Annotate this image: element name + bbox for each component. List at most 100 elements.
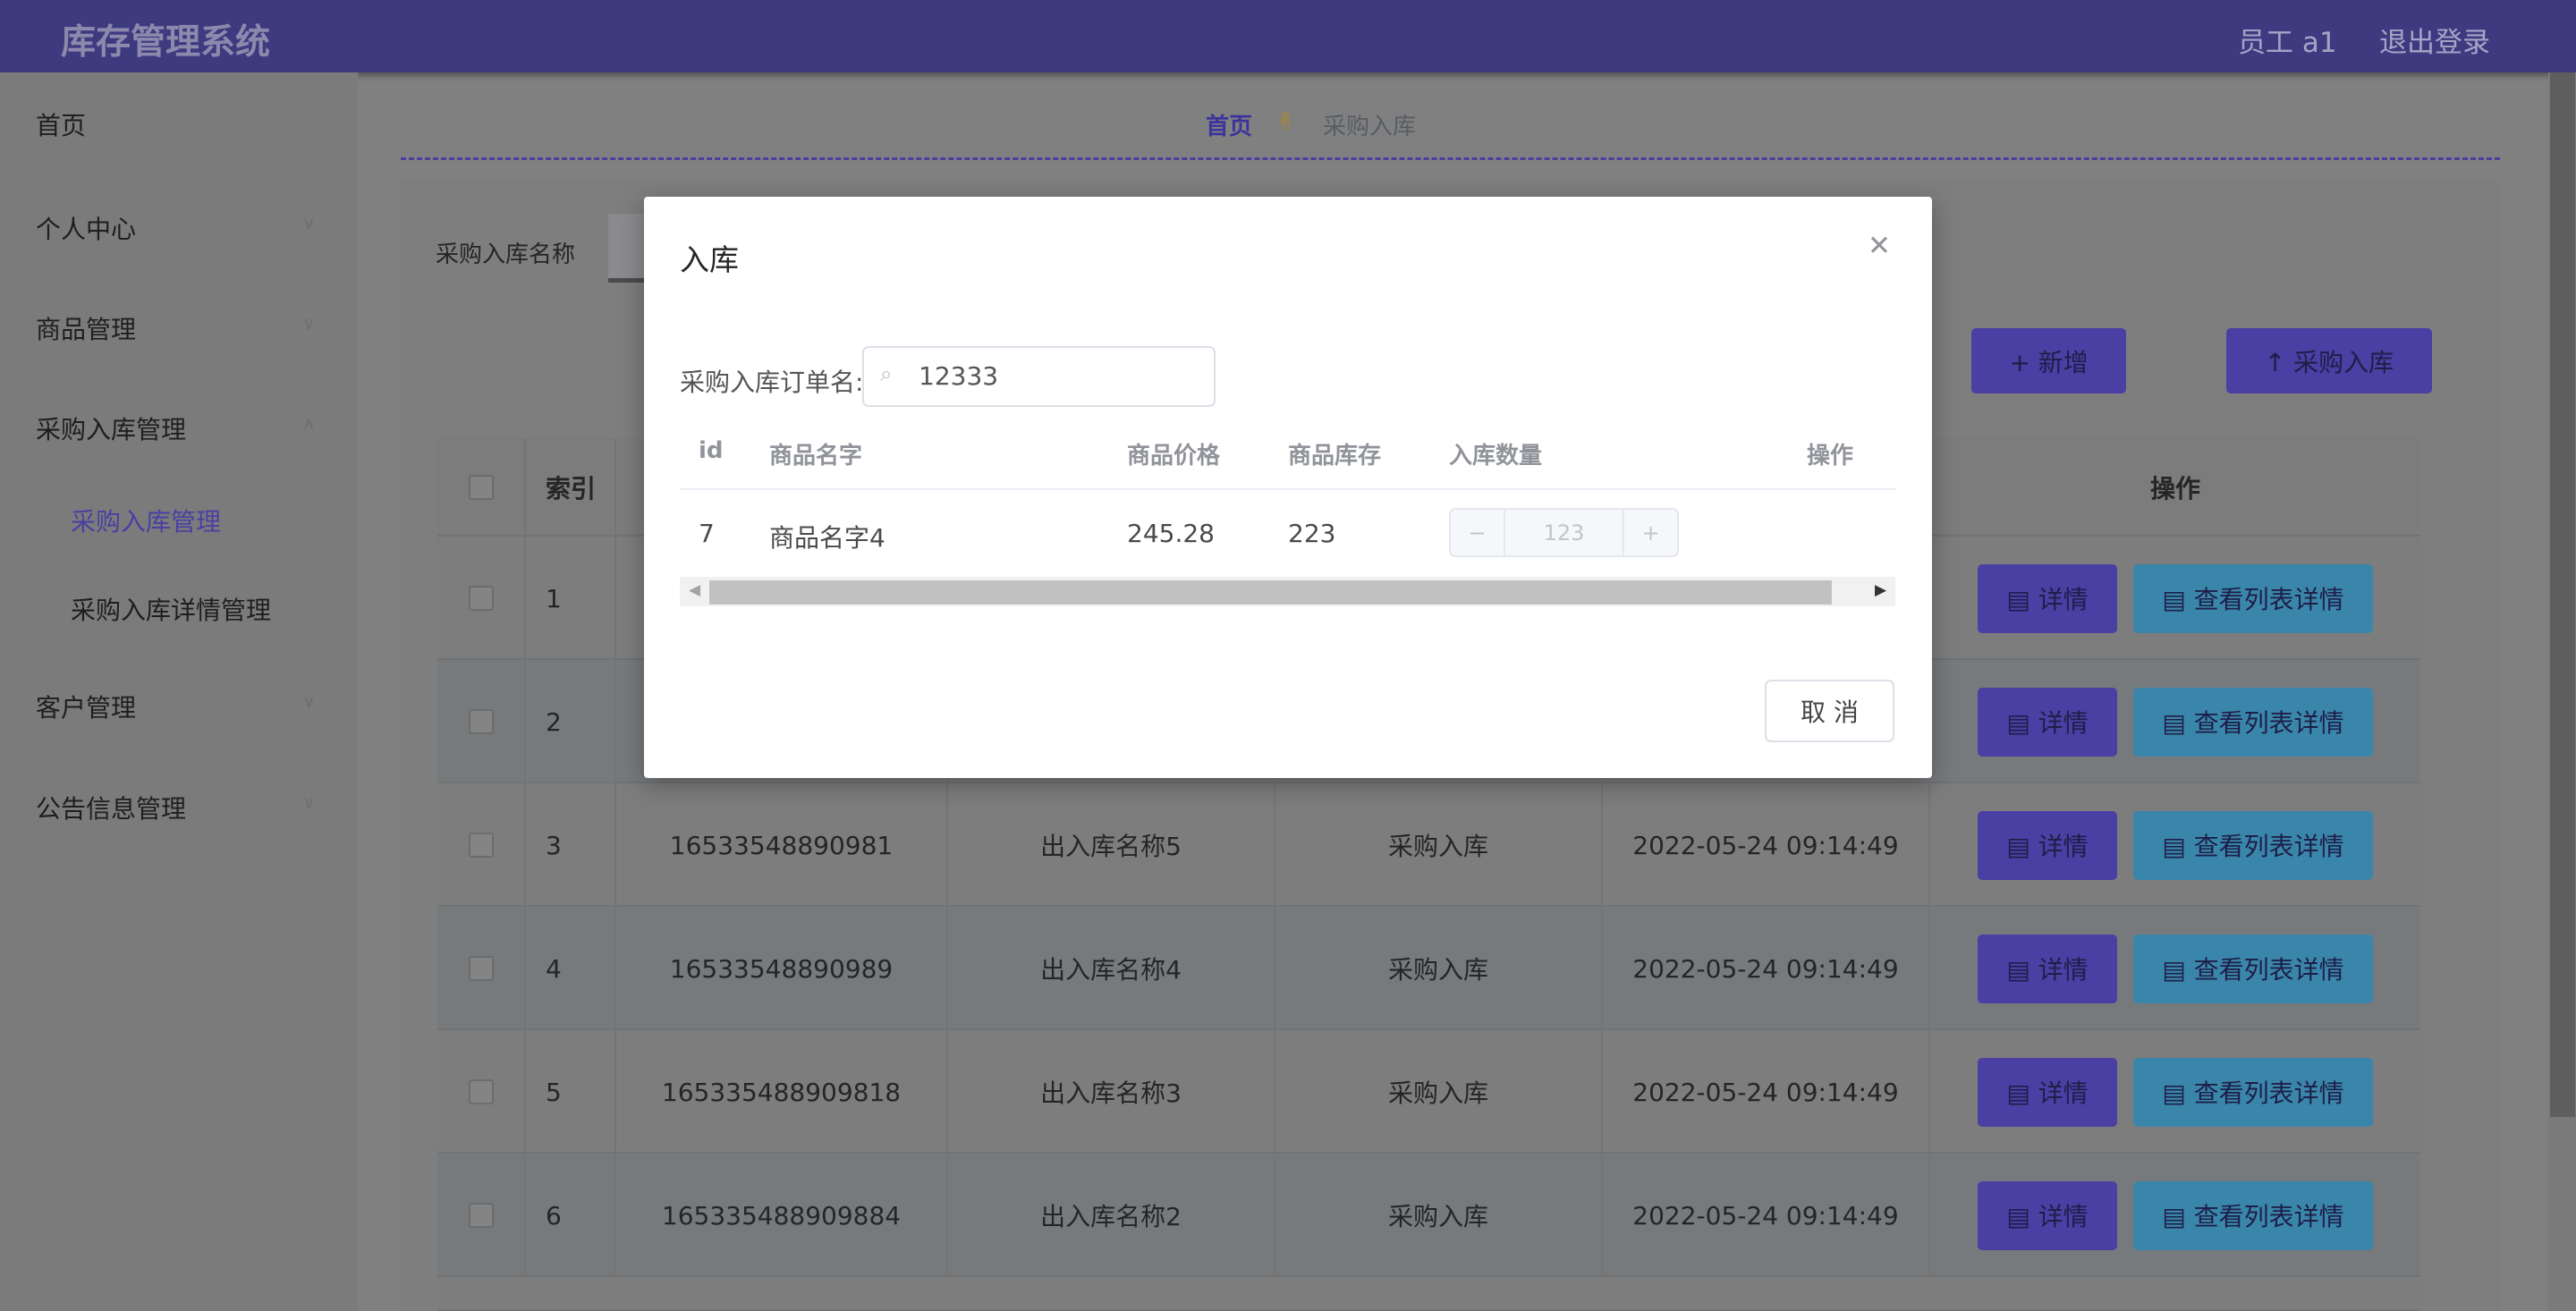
detail-button[interactable]: ▤ 详情 bbox=[1978, 563, 2117, 633]
actions-cell: ▤ 详情 ▤ 查看列表详情 bbox=[1930, 783, 2420, 907]
checkbox-cell bbox=[437, 1030, 526, 1154]
cell-index: 6 bbox=[526, 1154, 616, 1277]
close-icon[interactable]: ✕ bbox=[1868, 230, 1891, 262]
col-actions: 操作 bbox=[1807, 443, 1854, 469]
cell-index: 5 bbox=[526, 1030, 616, 1154]
row-checkbox[interactable] bbox=[468, 1079, 494, 1104]
column-header-actions: 操作 bbox=[2149, 474, 2200, 503]
table-row: 5 165335488909818 出入库名称3 采购入库 2022-05-24 09:… bbox=[437, 1030, 2420, 1154]
cell-type: 采购入库 bbox=[1275, 907, 1603, 1030]
cell-name: 出入库名称5 bbox=[948, 783, 1275, 907]
order-name-input[interactable]: ⌕ 12333 bbox=[862, 346, 1216, 407]
checkbox-cell bbox=[437, 1154, 526, 1277]
row-checkbox[interactable] bbox=[468, 709, 494, 734]
app-title: 库存管理系统 bbox=[61, 22, 271, 63]
breadcrumb-home[interactable]: 首页 bbox=[1206, 108, 1252, 141]
top-header: 库存管理系统 员工 a1 退出登录 bbox=[0, 0, 2576, 72]
sidebar-subitem-purchase-detail[interactable]: 采购入库详情管理 bbox=[71, 591, 271, 627]
cell-time: 2022-05-24 09:14:49 bbox=[1603, 907, 1930, 1030]
checkbox-cell bbox=[437, 783, 526, 907]
col-price: 商品价格 bbox=[1127, 443, 1221, 469]
scroll-right-icon[interactable]: ▶ bbox=[1875, 581, 1886, 599]
sidebar-item-notices[interactable]: 公告信息管理 bbox=[36, 790, 186, 825]
decrement-button[interactable]: − bbox=[1451, 510, 1505, 555]
cell-index: 3 bbox=[526, 783, 616, 907]
col-quantity: 入库数量 bbox=[1449, 443, 1543, 469]
chevron-down-icon: ∨ bbox=[302, 312, 316, 334]
scroll-left-icon[interactable]: ◀ bbox=[689, 581, 700, 599]
purchase-in-button[interactable]: ↑ 采购入库 bbox=[2226, 328, 2432, 393]
row-checkbox[interactable] bbox=[468, 586, 494, 611]
actions-cell: ▤ 详情 ▤ 查看列表详情 bbox=[1930, 907, 2420, 1030]
row-stock: 223 bbox=[1288, 519, 1336, 548]
horizontal-scrollbar-thumb[interactable] bbox=[709, 580, 1832, 605]
cell-name: 出入库名称3 bbox=[948, 1030, 1275, 1154]
increment-button[interactable]: + bbox=[1623, 510, 1677, 555]
logout-link[interactable]: 退出登录 bbox=[2379, 20, 2490, 60]
chevron-down-icon: ∨ bbox=[302, 791, 316, 813]
row-price: 245.28 bbox=[1127, 519, 1215, 548]
detail-button[interactable]: ▤ 详情 bbox=[1978, 810, 2117, 880]
dialog-title: 入库 bbox=[680, 242, 739, 277]
sidebar-item-customers[interactable]: 客户管理 bbox=[36, 689, 136, 724]
sidebar-item-purchase[interactable]: 采购入库管理 bbox=[36, 410, 186, 446]
chevron-down-icon: ∨ bbox=[302, 690, 316, 712]
order-name-label: 采购入库订单名: bbox=[680, 368, 864, 397]
row-checkbox[interactable] bbox=[468, 956, 494, 981]
search-label: 采购入库名称 bbox=[436, 241, 576, 268]
actions-cell: ▤ 详情 ▤ 查看列表详情 bbox=[1930, 660, 2420, 783]
table-row: 6 165335488909884 出入库名称2 采购入库 2022-05-24 09:… bbox=[437, 1154, 2420, 1277]
current-user[interactable]: 员工 a1 bbox=[2238, 20, 2337, 60]
quantity-stepper[interactable]: − 123 + bbox=[1449, 508, 1679, 557]
sidebar-subitem-purchase-manage[interactable]: 采购入库管理 bbox=[71, 503, 221, 538]
row-checkbox[interactable] bbox=[468, 1203, 494, 1228]
row-checkbox[interactable] bbox=[468, 833, 494, 858]
cancel-button[interactable]: 取 消 bbox=[1765, 680, 1894, 742]
cell-type: 采购入库 bbox=[1275, 1030, 1603, 1154]
detail-button[interactable]: ▤ 详情 bbox=[1978, 1057, 2117, 1127]
row-id: 7 bbox=[699, 519, 715, 548]
divider bbox=[401, 157, 2500, 160]
detail-button[interactable]: ▤ 详情 bbox=[1978, 934, 2117, 1003]
actions-cell: ▤ 详情 ▤ 查看列表详情 bbox=[1930, 537, 2420, 660]
cell-name: 出入库名称2 bbox=[948, 1154, 1275, 1277]
chevron-down-icon: ∨ bbox=[302, 212, 316, 233]
actions-cell: ▤ 详情 ▤ 查看列表详情 bbox=[1930, 1030, 2420, 1154]
row-name: 商品名字4 bbox=[769, 523, 886, 553]
list-detail-button[interactable]: ▤ 查看列表详情 bbox=[2133, 687, 2373, 757]
cell-index: 4 bbox=[526, 907, 616, 1030]
add-button[interactable]: + 新增 bbox=[1971, 328, 2126, 393]
checkbox-cell bbox=[437, 907, 526, 1030]
col-id: id bbox=[699, 437, 724, 464]
cell-type: 采购入库 bbox=[1275, 783, 1603, 907]
checkbox-cell bbox=[437, 537, 526, 660]
sidebar-item-home[interactable]: 首页 bbox=[36, 106, 86, 142]
cell-code: 165335488909818 bbox=[616, 1030, 948, 1154]
cell-code: 16533548890981 bbox=[616, 783, 948, 907]
chevron-up-icon: ∧ bbox=[302, 412, 316, 434]
table-row bbox=[437, 1277, 2420, 1311]
cell-code: 16533548890989 bbox=[616, 907, 948, 1030]
cell-index: 1 bbox=[526, 537, 616, 660]
breadcrumb-current: 采购入库 bbox=[1323, 114, 1417, 140]
quantity-value[interactable]: 123 bbox=[1505, 510, 1623, 555]
detail-button[interactable]: ▤ 详情 bbox=[1978, 1180, 2117, 1250]
list-detail-button[interactable]: ▤ 查看列表详情 bbox=[2133, 810, 2373, 880]
page-scrollbar-thumb[interactable] bbox=[2550, 72, 2575, 1117]
cell-type: 采购入库 bbox=[1275, 1154, 1603, 1277]
select-all-checkbox[interactable] bbox=[468, 475, 494, 500]
cell-code: 165335488909884 bbox=[616, 1154, 948, 1277]
cell-time: 2022-05-24 09:14:49 bbox=[1603, 1154, 1930, 1277]
stock-in-dialog: 入库 ✕ 采购入库订单名: ⌕ 12333 bbox=[644, 197, 1932, 778]
divider bbox=[680, 488, 1895, 490]
sidebar-item-goods[interactable]: 商品管理 bbox=[36, 310, 136, 346]
select-all-cell bbox=[437, 438, 526, 537]
sidebar-item-profile[interactable]: 个人中心 bbox=[36, 210, 136, 246]
table-row: 3 16533548890981 出入库名称5 采购入库 2022-05-24 09:1… bbox=[437, 783, 2420, 907]
column-header-index: 索引 bbox=[526, 438, 616, 537]
list-detail-button[interactable]: ▤ 查看列表详情 bbox=[2133, 934, 2373, 1003]
list-detail-button[interactable]: ▤ 查看列表详情 bbox=[2133, 563, 2373, 633]
list-detail-button[interactable]: ▤ 查看列表详情 bbox=[2133, 1180, 2373, 1250]
list-detail-button[interactable]: ▤ 查看列表详情 bbox=[2133, 1057, 2373, 1127]
detail-button[interactable]: ▤ 详情 bbox=[1978, 687, 2117, 757]
